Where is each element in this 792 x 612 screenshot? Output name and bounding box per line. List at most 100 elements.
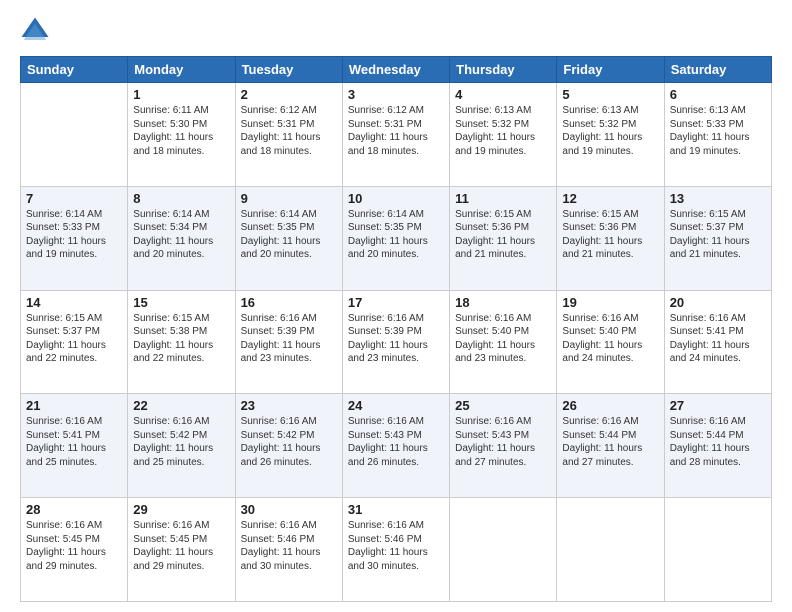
calendar-cell: 28 Sunrise: 6:16 AM Sunset: 5:45 PM Dayli… (21, 498, 128, 602)
weekday-header-sunday: Sunday (21, 57, 128, 83)
calendar-cell: 27 Sunrise: 6:16 AM Sunset: 5:44 PM Dayli… (664, 394, 771, 498)
day-number: 22 (133, 398, 229, 413)
day-info: Sunrise: 6:16 AM Sunset: 5:41 PM Dayligh… (26, 415, 122, 469)
day-info: Sunrise: 6:14 AM Sunset: 5:33 PM Dayligh… (26, 208, 122, 262)
day-number: 15 (133, 295, 229, 310)
weekday-header-row: SundayMondayTuesdayWednesdayThursdayFrid… (21, 57, 772, 83)
calendar-cell: 29Sunrise: 6:16 AM Sunset: 5:45 PM Dayli… (128, 498, 235, 602)
day-number: 5 (562, 87, 658, 102)
day-info: Sunrise: 6:16 AM Sunset: 5:39 PM Dayligh… (348, 312, 444, 366)
day-info: Sunrise: 6:16 AM Sunset: 5:44 PM Dayligh… (670, 415, 766, 469)
day-info: Sunrise: 6:14 AM Sunset: 5:35 PM Dayligh… (348, 208, 444, 262)
day-number: 16 (241, 295, 337, 310)
week-row-1: 1 Sunrise: 6:11 AM Sunset: 5:30 PM Daylig… (21, 83, 772, 187)
day-info: Sunrise: 6:12 AM Sunset: 5:31 PM Dayligh… (348, 104, 444, 158)
day-info: Sunrise: 6:13 AM Sunset: 5:33 PM Dayligh… (670, 104, 766, 158)
day-number: 2 (241, 87, 337, 102)
day-info: Sunrise: 6:15 AM Sunset: 5:37 PM Dayligh… (26, 312, 122, 366)
day-info: Sunrise: 6:16 AM Sunset: 5:42 PM Dayligh… (241, 415, 337, 469)
day-info: Sunrise: 6:16 AM Sunset: 5:40 PM Dayligh… (455, 312, 551, 366)
calendar-cell: 22 Sunrise: 6:16 AM Sunset: 5:42 PM Dayli… (128, 394, 235, 498)
day-number: 31 (348, 502, 444, 517)
calendar-cell: 19 Sunrise: 6:16 AM Sunset: 5:40 PM Dayli… (557, 290, 664, 394)
calendar-cell: 23 Sunrise: 6:16 AM Sunset: 5:42 PM Dayli… (235, 394, 342, 498)
calendar-cell: 25Sunrise: 6:16 AM Sunset: 5:43 PM Dayli… (450, 394, 557, 498)
day-info: Sunrise: 6:15 AM Sunset: 5:37 PM Dayligh… (670, 208, 766, 262)
day-info: Sunrise: 6:16 AM Sunset: 5:40 PM Dayligh… (562, 312, 658, 366)
weekday-header-monday: Monday (128, 57, 235, 83)
calendar-cell: 30 Sunrise: 6:16 AM Sunset: 5:46 PM Dayli… (235, 498, 342, 602)
day-number: 20 (670, 295, 766, 310)
calendar-cell: 7Sunrise: 6:14 AM Sunset: 5:33 PM Daylig… (21, 186, 128, 290)
calendar-cell: 14 Sunrise: 6:15 AM Sunset: 5:37 PM Dayli… (21, 290, 128, 394)
header (20, 16, 772, 46)
calendar-cell: 1 Sunrise: 6:11 AM Sunset: 5:30 PM Daylig… (128, 83, 235, 187)
weekday-header-wednesday: Wednesday (342, 57, 449, 83)
day-number: 30 (241, 502, 337, 517)
day-number: 23 (241, 398, 337, 413)
page: SundayMondayTuesdayWednesdayThursdayFrid… (0, 0, 792, 612)
day-info: Sunrise: 6:16 AM Sunset: 5:45 PM Dayligh… (26, 519, 122, 573)
day-number: 28 (26, 502, 122, 517)
day-number: 24 (348, 398, 444, 413)
calendar-cell: 24 Sunrise: 6:16 AM Sunset: 5:43 PM Dayli… (342, 394, 449, 498)
calendar-cell: 26Sunrise: 6:16 AM Sunset: 5:44 PM Dayli… (557, 394, 664, 498)
day-info: Sunrise: 6:13 AM Sunset: 5:32 PM Dayligh… (562, 104, 658, 158)
day-number: 27 (670, 398, 766, 413)
week-row-5: 28 Sunrise: 6:16 AM Sunset: 5:45 PM Dayli… (21, 498, 772, 602)
day-number: 1 (133, 87, 229, 102)
day-number: 3 (348, 87, 444, 102)
day-info: Sunrise: 6:12 AM Sunset: 5:31 PM Dayligh… (241, 104, 337, 158)
day-number: 12 (562, 191, 658, 206)
day-number: 13 (670, 191, 766, 206)
logo-icon (20, 16, 50, 46)
day-number: 18 (455, 295, 551, 310)
day-info: Sunrise: 6:16 AM Sunset: 5:46 PM Dayligh… (241, 519, 337, 573)
week-row-4: 21Sunrise: 6:16 AM Sunset: 5:41 PM Dayli… (21, 394, 772, 498)
day-number: 10 (348, 191, 444, 206)
calendar-cell: 6Sunrise: 6:13 AM Sunset: 5:33 PM Daylig… (664, 83, 771, 187)
calendar-cell (21, 83, 128, 187)
calendar-cell: 4Sunrise: 6:13 AM Sunset: 5:32 PM Daylig… (450, 83, 557, 187)
calendar-cell: 9 Sunrise: 6:14 AM Sunset: 5:35 PM Daylig… (235, 186, 342, 290)
calendar-table: SundayMondayTuesdayWednesdayThursdayFrid… (20, 56, 772, 602)
calendar-cell: 11 Sunrise: 6:15 AM Sunset: 5:36 PM Dayli… (450, 186, 557, 290)
weekday-header-friday: Friday (557, 57, 664, 83)
day-number: 9 (241, 191, 337, 206)
day-info: Sunrise: 6:14 AM Sunset: 5:35 PM Dayligh… (241, 208, 337, 262)
calendar-cell: 31 Sunrise: 6:16 AM Sunset: 5:46 PM Dayli… (342, 498, 449, 602)
day-info: Sunrise: 6:11 AM Sunset: 5:30 PM Dayligh… (133, 104, 229, 158)
calendar-cell: 15 Sunrise: 6:15 AM Sunset: 5:38 PM Dayli… (128, 290, 235, 394)
calendar-cell (450, 498, 557, 602)
day-number: 19 (562, 295, 658, 310)
day-number: 25 (455, 398, 551, 413)
day-number: 29 (133, 502, 229, 517)
day-number: 26 (562, 398, 658, 413)
weekday-header-thursday: Thursday (450, 57, 557, 83)
day-number: 4 (455, 87, 551, 102)
calendar-cell: 12 Sunrise: 6:15 AM Sunset: 5:36 PM Dayli… (557, 186, 664, 290)
day-number: 17 (348, 295, 444, 310)
week-row-2: 7Sunrise: 6:14 AM Sunset: 5:33 PM Daylig… (21, 186, 772, 290)
calendar-cell: 20Sunrise: 6:16 AM Sunset: 5:41 PM Dayli… (664, 290, 771, 394)
day-number: 14 (26, 295, 122, 310)
day-info: Sunrise: 6:16 AM Sunset: 5:46 PM Dayligh… (348, 519, 444, 573)
day-info: Sunrise: 6:15 AM Sunset: 5:38 PM Dayligh… (133, 312, 229, 366)
logo (20, 16, 54, 46)
calendar-cell: 8Sunrise: 6:14 AM Sunset: 5:34 PM Daylig… (128, 186, 235, 290)
week-row-3: 14 Sunrise: 6:15 AM Sunset: 5:37 PM Dayli… (21, 290, 772, 394)
calendar-cell: 10 Sunrise: 6:14 AM Sunset: 5:35 PM Dayli… (342, 186, 449, 290)
calendar-cell: 3 Sunrise: 6:12 AM Sunset: 5:31 PM Daylig… (342, 83, 449, 187)
calendar-cell (557, 498, 664, 602)
day-info: Sunrise: 6:15 AM Sunset: 5:36 PM Dayligh… (455, 208, 551, 262)
calendar-cell: 2 Sunrise: 6:12 AM Sunset: 5:31 PM Daylig… (235, 83, 342, 187)
day-info: Sunrise: 6:16 AM Sunset: 5:42 PM Dayligh… (133, 415, 229, 469)
weekday-header-tuesday: Tuesday (235, 57, 342, 83)
day-info: Sunrise: 6:15 AM Sunset: 5:36 PM Dayligh… (562, 208, 658, 262)
calendar-cell: 5 Sunrise: 6:13 AM Sunset: 5:32 PM Daylig… (557, 83, 664, 187)
calendar-cell (664, 498, 771, 602)
calendar-cell: 17 Sunrise: 6:16 AM Sunset: 5:39 PM Dayli… (342, 290, 449, 394)
day-info: Sunrise: 6:16 AM Sunset: 5:43 PM Dayligh… (348, 415, 444, 469)
day-number: 11 (455, 191, 551, 206)
day-info: Sunrise: 6:14 AM Sunset: 5:34 PM Dayligh… (133, 208, 229, 262)
